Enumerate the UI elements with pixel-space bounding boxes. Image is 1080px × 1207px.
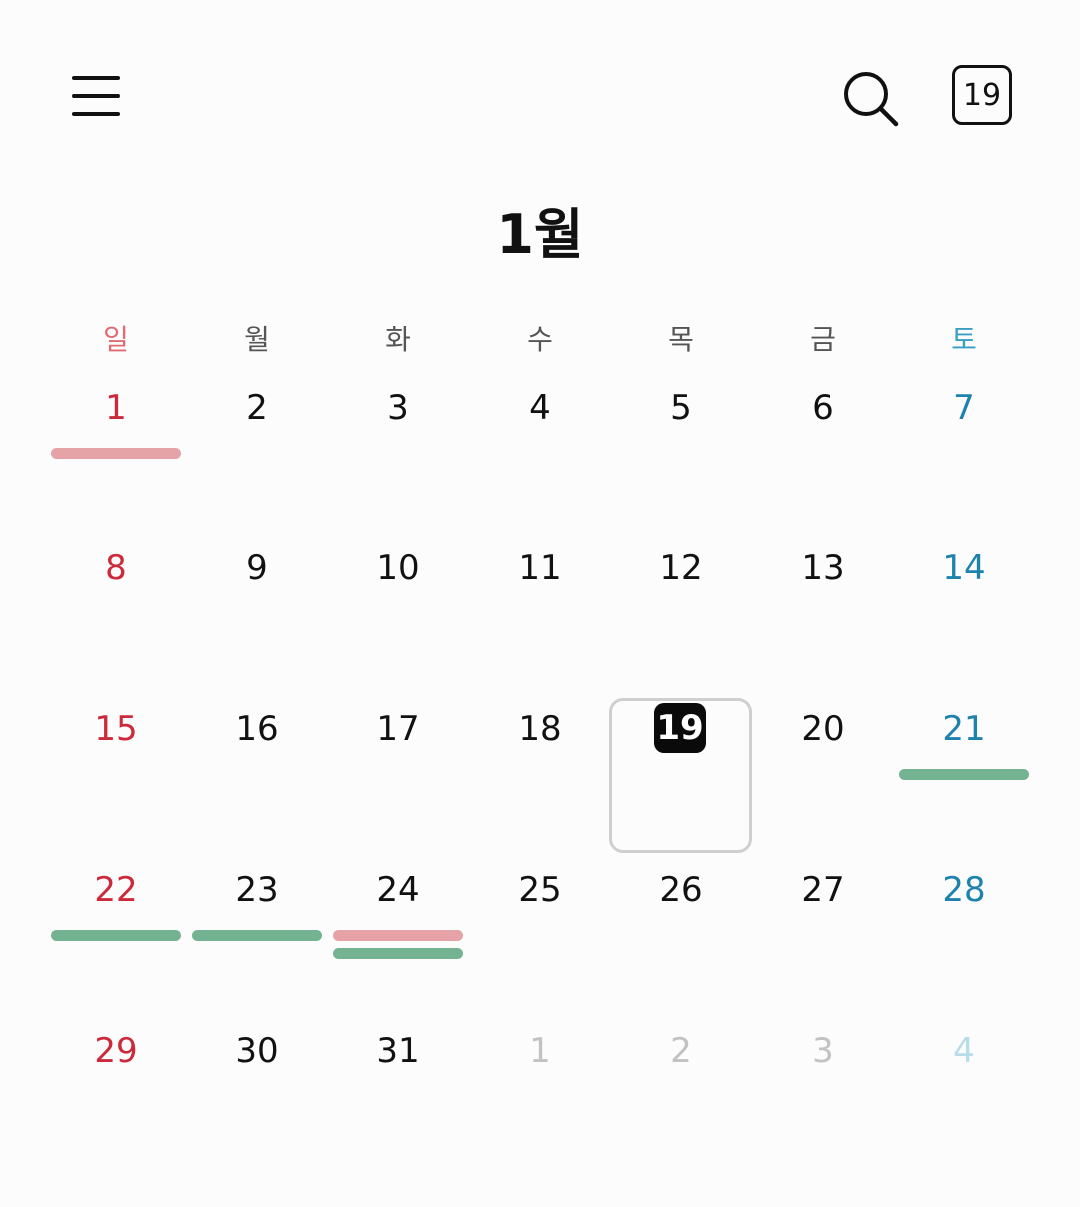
weekday-label: 일 <box>103 323 129 356</box>
day-cell[interactable]: 17 <box>333 709 463 859</box>
day-cell[interactable]: 8 <box>51 548 181 698</box>
weekday-label: 수 <box>527 323 553 356</box>
day-number: 17 <box>376 709 420 749</box>
day-cell[interactable]: 2 <box>192 388 322 538</box>
day-number: 23 <box>235 870 279 910</box>
day-number: 4 <box>529 388 551 428</box>
day-cell[interactable]: 10 <box>333 548 463 698</box>
weekday-label: 월 <box>244 323 270 356</box>
day-cell[interactable]: 4 <box>475 388 605 538</box>
day-cell[interactable]: 7 <box>899 388 1029 538</box>
day-cell[interactable]: 3 <box>758 1031 888 1181</box>
day-cell[interactable]: 22 <box>51 870 181 1020</box>
event-bar[interactable] <box>333 930 463 941</box>
day-number: 14 <box>942 548 986 588</box>
day-number: 28 <box>942 870 986 910</box>
day-number: 11 <box>518 548 562 588</box>
day-number: 24 <box>376 870 420 910</box>
day-number: 4 <box>953 1031 975 1071</box>
day-cell[interactable]: 12 <box>616 548 746 698</box>
day-cell[interactable]: 30 <box>192 1031 322 1181</box>
menu-line <box>72 94 120 98</box>
day-cell[interactable]: 18 <box>475 709 605 859</box>
day-cell[interactable]: 31 <box>333 1031 463 1181</box>
event-bar[interactable] <box>192 930 322 941</box>
day-cell[interactable]: 23 <box>192 870 322 1020</box>
day-number: 13 <box>801 548 845 588</box>
day-cell[interactable]: 21 <box>899 709 1029 859</box>
day-number: 7 <box>953 388 975 428</box>
day-number: 1 <box>105 388 127 428</box>
day-number: 26 <box>659 870 703 910</box>
day-number: 12 <box>659 548 703 588</box>
day-number: 22 <box>94 870 138 910</box>
day-number: 16 <box>235 709 279 749</box>
weekday-label: 토 <box>951 323 977 356</box>
day-cell[interactable]: 27 <box>758 870 888 1020</box>
calendar-screen: 19 1월 일월화수목금토 1 2 3 4 5 6 7 8 9 10 11 12 13 14 15 16 17 1… <box>0 0 1080 1207</box>
day-number: 20 <box>801 709 845 749</box>
event-bar[interactable] <box>333 948 463 959</box>
day-cell[interactable]: 9 <box>192 548 322 698</box>
event-bar[interactable] <box>899 769 1029 780</box>
day-cell[interactable]: 29 <box>51 1031 181 1181</box>
day-cell[interactable]: 14 <box>899 548 1029 698</box>
day-number: 25 <box>518 870 562 910</box>
day-number: 1 <box>529 1031 551 1071</box>
day-number: 15 <box>94 709 138 749</box>
day-number: 2 <box>670 1031 692 1071</box>
day-number: 18 <box>518 709 562 749</box>
day-number: 30 <box>235 1031 279 1071</box>
day-cell[interactable]: 1 <box>475 1031 605 1181</box>
weekday-label: 화 <box>385 323 411 356</box>
day-number: 3 <box>387 388 409 428</box>
day-number: 9 <box>246 548 268 588</box>
day-number: 29 <box>94 1031 138 1071</box>
day-number: 6 <box>812 388 834 428</box>
day-cell[interactable]: 1 <box>51 388 181 538</box>
day-number: 8 <box>105 548 127 588</box>
day-cell[interactable]: 25 <box>475 870 605 1020</box>
day-cell[interactable]: 5 <box>616 388 746 538</box>
month-title: 1월 <box>496 203 584 266</box>
day-cell[interactable]: 3 <box>333 388 463 538</box>
menu-line <box>72 112 120 116</box>
day-cell[interactable]: 6 <box>758 388 888 538</box>
day-number: 31 <box>376 1031 420 1071</box>
hamburger-menu-icon[interactable] <box>62 66 130 126</box>
day-cell[interactable]: 13 <box>758 548 888 698</box>
day-cell[interactable]: 24 <box>333 870 463 1020</box>
day-cell[interactable]: 11 <box>475 548 605 698</box>
day-number: 2 <box>246 388 268 428</box>
day-cell[interactable]: 20 <box>758 709 888 859</box>
menu-line <box>72 76 120 80</box>
go-to-today-button[interactable]: 19 <box>952 65 1012 125</box>
today-badge: 19 <box>654 703 706 753</box>
day-number: 10 <box>376 548 420 588</box>
day-cell[interactable]: 2 <box>616 1031 746 1181</box>
day-cell[interactable]: 28 <box>899 870 1029 1020</box>
day-cell[interactable]: 15 <box>51 709 181 859</box>
search-icon[interactable] <box>836 64 904 132</box>
day-number: 21 <box>942 709 986 749</box>
day-cell[interactable]: 16 <box>192 709 322 859</box>
weekday-label: 목 <box>668 323 694 356</box>
event-bar[interactable] <box>51 930 181 941</box>
day-number: 27 <box>801 870 845 910</box>
day-cell[interactable]: 4 <box>899 1031 1029 1181</box>
day-cell[interactable]: 26 <box>616 870 746 1020</box>
day-number: 5 <box>670 388 692 428</box>
weekday-label: 금 <box>810 323 836 356</box>
day-number: 3 <box>812 1031 834 1071</box>
event-bar[interactable] <box>51 448 181 459</box>
